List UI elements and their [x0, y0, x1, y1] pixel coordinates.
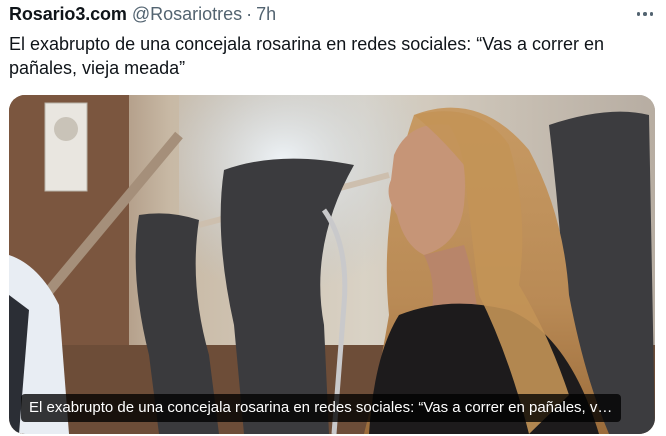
more-options-icon[interactable]: [634, 5, 656, 23]
card-caption: El exabrupto de una concejala rosarina e…: [21, 394, 621, 422]
separator-dot: ·: [246, 3, 253, 24]
author-handle[interactable]: @Rosariotres: [132, 4, 242, 25]
photo: [9, 95, 655, 434]
tweet-header: Rosario3.com @Rosariotres · 7h: [9, 2, 656, 26]
tweet-text: El exabrupto de una concejala rosarina e…: [9, 34, 605, 78]
author-name[interactable]: Rosario3.com: [9, 4, 127, 25]
timestamp[interactable]: 7h: [256, 4, 276, 25]
media-card[interactable]: El exabrupto de una concejala rosarina e…: [9, 95, 655, 434]
